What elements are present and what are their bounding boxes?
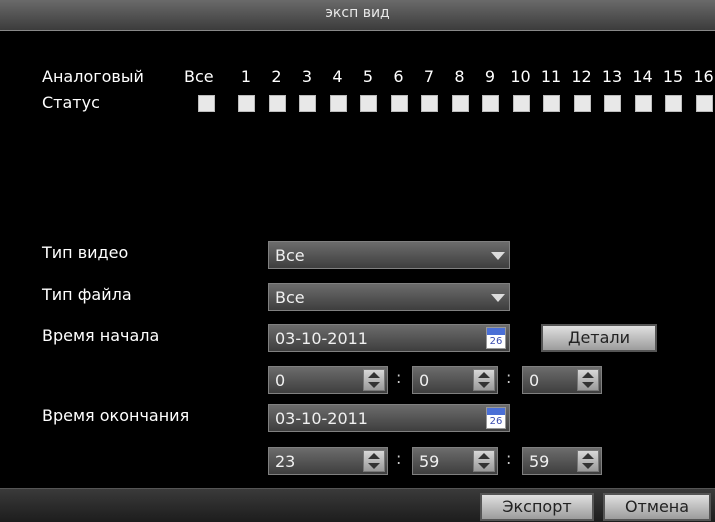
start-hour-spinner[interactable]: 0 bbox=[268, 366, 388, 394]
end-minute-value: 59 bbox=[419, 452, 440, 471]
channel-checkbox[interactable] bbox=[573, 95, 591, 112]
end-hour-value: 23 bbox=[275, 452, 296, 471]
start-date-value: 03-10-2011 bbox=[275, 329, 368, 348]
time-separator: : bbox=[396, 449, 402, 468]
channel-number: 9 bbox=[484, 67, 496, 86]
file-type-value: Все bbox=[275, 288, 305, 307]
channel-checkbox[interactable] bbox=[543, 95, 560, 112]
end-minute-spinner[interactable]: 59 bbox=[412, 447, 498, 475]
all-channels-checkbox[interactable] bbox=[198, 95, 215, 112]
channel-checkbox[interactable] bbox=[360, 95, 377, 112]
start-minute-value: 0 bbox=[419, 371, 430, 390]
channel-checkbox[interactable] bbox=[665, 95, 682, 112]
channel-number: 14 bbox=[632, 67, 653, 86]
channel-number: 2 bbox=[271, 67, 282, 86]
channel-checkbox[interactable] bbox=[238, 95, 255, 112]
spinner-arrows-icon[interactable] bbox=[363, 450, 385, 472]
time-separator: : bbox=[506, 368, 512, 387]
channel-checkbox[interactable] bbox=[512, 95, 530, 112]
channel-number: 6 bbox=[393, 67, 404, 86]
cancel-button[interactable]: Отмена bbox=[603, 493, 711, 521]
channel-checkbox[interactable] bbox=[329, 95, 347, 112]
channel-number: 15 bbox=[662, 67, 684, 86]
channel-number: 5 bbox=[362, 67, 374, 86]
file-type-select[interactable]: Все bbox=[268, 283, 510, 311]
channel-checkbox[interactable] bbox=[695, 95, 713, 112]
start-time-label: Время начала bbox=[42, 326, 160, 345]
calendar-icon[interactable]: 26 bbox=[486, 327, 506, 349]
end-date-field[interactable]: 03-10-2011 26 bbox=[268, 404, 510, 432]
time-separator: : bbox=[506, 449, 512, 468]
channel-checkbox[interactable] bbox=[634, 95, 652, 112]
channel-checkbox[interactable] bbox=[299, 95, 316, 112]
export-dialog: эксп вид Аналоговый Все Статус 123456789… bbox=[0, 0, 715, 522]
end-time-label: Время окончания bbox=[42, 406, 190, 425]
start-date-field[interactable]: 03-10-2011 26 bbox=[268, 324, 510, 352]
time-separator: : bbox=[396, 368, 402, 387]
channel-checkbox[interactable] bbox=[482, 95, 499, 112]
start-hour-value: 0 bbox=[275, 371, 286, 390]
export-button[interactable]: Экспорт bbox=[480, 493, 594, 521]
chevron-down-icon bbox=[491, 252, 505, 260]
channel-checkbox[interactable] bbox=[451, 95, 469, 112]
spinner-arrows-icon[interactable] bbox=[577, 369, 599, 391]
channel-number: 12 bbox=[571, 67, 592, 86]
channel-number: 7 bbox=[423, 67, 435, 86]
status-label: Статус bbox=[42, 93, 100, 112]
channel-checkbox[interactable] bbox=[268, 95, 286, 112]
channel-number: 3 bbox=[301, 67, 313, 86]
start-minute-spinner[interactable]: 0 bbox=[412, 366, 498, 394]
calendar-icon[interactable]: 26 bbox=[486, 407, 506, 429]
footer-bar: Экспорт Отмена bbox=[0, 488, 715, 522]
spinner-arrows-icon[interactable] bbox=[473, 369, 495, 391]
file-type-label: Тип файла bbox=[42, 285, 132, 304]
channel-checkbox[interactable] bbox=[390, 95, 408, 112]
spinner-arrows-icon[interactable] bbox=[363, 369, 385, 391]
details-button[interactable]: Детали bbox=[541, 324, 657, 352]
video-type-select[interactable]: Все bbox=[268, 241, 510, 269]
start-second-value: 0 bbox=[529, 371, 540, 390]
chevron-down-icon bbox=[491, 294, 505, 302]
spinner-arrows-icon[interactable] bbox=[473, 450, 495, 472]
video-type-value: Все bbox=[275, 246, 305, 265]
end-second-spinner[interactable]: 59 bbox=[522, 447, 602, 475]
title-bar: эксп вид bbox=[0, 0, 715, 31]
channel-number: 11 bbox=[540, 67, 562, 86]
channel-number: 1 bbox=[240, 67, 252, 86]
channel-checkbox[interactable] bbox=[604, 95, 621, 112]
end-hour-spinner[interactable]: 23 bbox=[268, 447, 388, 475]
calendar-day: 26 bbox=[489, 336, 503, 347]
calendar-day: 26 bbox=[489, 416, 503, 427]
end-second-value: 59 bbox=[529, 452, 550, 471]
start-second-spinner[interactable]: 0 bbox=[522, 366, 602, 394]
channel-number: 16 bbox=[693, 67, 714, 86]
channel-number: 10 bbox=[510, 67, 531, 86]
channel-number: 8 bbox=[454, 67, 465, 86]
dialog-title: эксп вид bbox=[325, 5, 390, 21]
spinner-arrows-icon[interactable] bbox=[577, 450, 599, 472]
channel-checkbox[interactable] bbox=[421, 95, 438, 112]
channel-number: 13 bbox=[601, 67, 623, 86]
channel-number: 4 bbox=[332, 67, 343, 86]
end-date-value: 03-10-2011 bbox=[275, 409, 368, 428]
all-channels-label: Все bbox=[184, 67, 214, 86]
video-type-label: Тип видео bbox=[42, 243, 129, 262]
analog-label: Аналоговый bbox=[42, 67, 144, 86]
